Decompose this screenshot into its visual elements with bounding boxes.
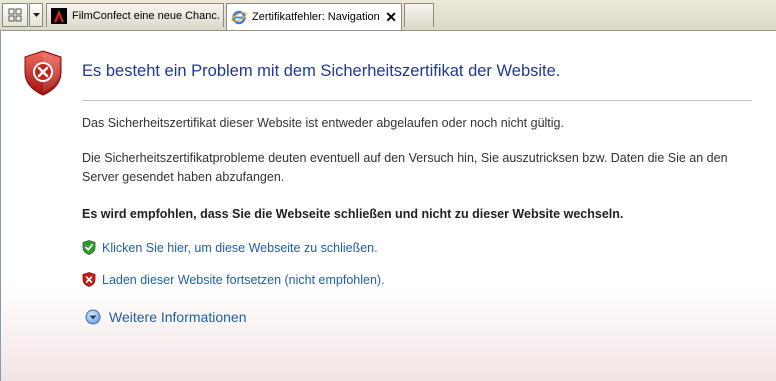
close-page-link[interactable]: Klicken Sie hier, um diese Webseite zu s… [82, 240, 378, 255]
tab-label: Zertifikatfehler: Navigation... [252, 11, 381, 23]
more-info-toggle[interactable]: Weitere Informationen [85, 309, 246, 325]
shield-check-icon [82, 240, 96, 255]
page-title: Es besteht ein Problem mit dem Sicherhei… [82, 62, 561, 80]
ie-icon [231, 10, 247, 25]
continue-site-link-label[interactable]: Laden dieser Website fortsetzen (nicht e… [102, 273, 385, 287]
expand-circle-icon [85, 309, 101, 325]
shield-error-icon [24, 50, 62, 96]
divider [82, 100, 752, 101]
tab-list-button[interactable] [29, 3, 43, 27]
tab-filmconfect[interactable]: FilmConfect eine neue Chanc... [46, 3, 224, 27]
chevron-down-icon [32, 12, 40, 17]
quick-tabs-button[interactable] [2, 3, 28, 27]
close-page-link-label[interactable]: Klicken Sie hier, um diese Webseite zu s… [102, 241, 378, 255]
more-info-label[interactable]: Weitere Informationen [109, 309, 246, 325]
tab-bar: FilmConfect eine neue Chanc... Zertifika… [0, 0, 776, 31]
error-page: Es besteht ein Problem mit dem Sicherhei… [0, 31, 776, 381]
shield-x-icon [82, 272, 96, 287]
tab-label: FilmConfect eine neue Chanc... [72, 9, 219, 22]
tab-certificate-error[interactable]: Zertifikatfehler: Navigation... ✕ [226, 3, 402, 30]
close-tab-icon[interactable]: ✕ [385, 10, 397, 24]
recommendation-text: Es wird empfohlen, dass Sie die Webseite… [82, 207, 624, 221]
new-tab-button[interactable] [404, 3, 434, 27]
adobe-icon [51, 7, 67, 24]
continue-site-link[interactable]: Laden dieser Website fortsetzen (nicht e… [82, 272, 385, 287]
quick-tabs-icon [8, 8, 22, 22]
certificate-expired-text: Das Sicherheitszertifikat dieser Website… [82, 116, 564, 130]
certificate-warning-text: Die Sicherheitszertifikatprobleme deuten… [82, 151, 728, 184]
